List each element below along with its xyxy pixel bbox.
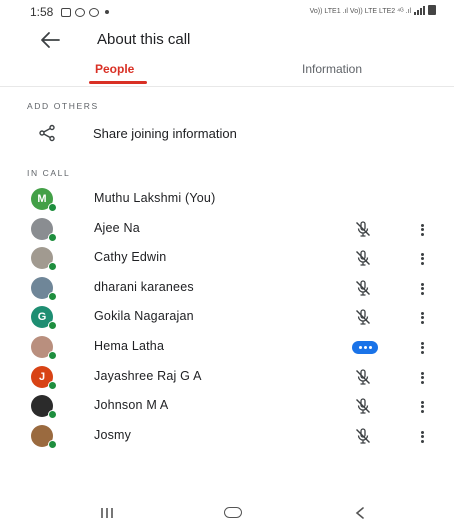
participant-row[interactable]: M Muthu Lakshmi (You)	[0, 186, 454, 212]
participant-row[interactable]: Hema Latha	[0, 334, 454, 360]
signal-icon	[414, 6, 425, 15]
back-arrow-icon[interactable]	[38, 29, 62, 51]
participant-row[interactable]: J Jayashree Raj G A	[0, 364, 454, 390]
presence-indicator	[48, 351, 57, 360]
app-notification-icon	[75, 7, 86, 17]
more-options-icon[interactable]	[416, 281, 428, 297]
more-options-icon[interactable]	[416, 429, 428, 445]
status-notification-icons	[61, 7, 110, 17]
presence-indicator	[48, 262, 57, 271]
status-time: 1:58	[30, 5, 54, 19]
participant-row[interactable]: Johnson M A	[0, 393, 454, 419]
participant-name: Hema Latha	[94, 339, 165, 353]
speaking-indicator-icon	[352, 341, 378, 354]
participant-name: Gokila Nagarajan	[94, 309, 194, 323]
tab-people[interactable]: People	[95, 62, 134, 76]
participant-name: Cathy Edwin	[94, 250, 167, 264]
share-icon	[39, 124, 55, 142]
share-joining-info-label: Share joining information	[93, 126, 237, 141]
presence-indicator	[48, 321, 57, 330]
status-bar: 1:58 Vo)) LTE1 .ıl Vo)) LTE LTE2 ⁴ᴳ .ıl	[0, 0, 454, 24]
participant-name: Johnson M A	[94, 398, 169, 412]
mic-off-icon	[354, 279, 372, 297]
more-options-icon[interactable]	[416, 340, 428, 356]
tab-indicator	[89, 81, 147, 84]
mic-off-icon	[354, 368, 372, 386]
presence-indicator	[48, 292, 57, 301]
mic-off-icon	[354, 308, 372, 326]
presence-indicator	[48, 381, 57, 390]
gallery-icon	[61, 7, 72, 17]
more-options-icon[interactable]	[416, 222, 428, 238]
system-nav-bar	[0, 500, 454, 526]
app-bar: About this call	[0, 26, 454, 54]
presence-indicator	[48, 440, 57, 449]
presence-indicator	[48, 410, 57, 419]
participant-name: Josmy	[94, 428, 132, 442]
mic-off-icon	[354, 249, 372, 267]
more-options-icon[interactable]	[416, 310, 428, 326]
participant-row[interactable]: G Gokila Nagarajan	[0, 304, 454, 330]
status-right: Vo)) LTE1 .ıl Vo)) LTE LTE2 ⁴ᴳ .ıl	[310, 5, 436, 15]
tab-bar: People Information	[0, 56, 454, 87]
section-label-in-call: IN CALL	[27, 168, 71, 178]
participant-row[interactable]: Cathy Edwin	[0, 245, 454, 271]
participant-name: dharani karanees	[94, 280, 194, 294]
battery-icon	[428, 5, 436, 15]
page-title: About this call	[97, 31, 191, 48]
participant-row[interactable]: Josmy	[0, 423, 454, 449]
tab-information[interactable]: Information	[302, 62, 362, 76]
presence-indicator	[48, 233, 57, 242]
presence-indicator	[48, 203, 57, 212]
home-icon[interactable]	[224, 507, 242, 518]
app-notification-icon	[89, 7, 100, 17]
share-joining-info-button[interactable]: Share joining information	[0, 120, 454, 148]
more-notifications-icon	[105, 10, 110, 14]
recent-apps-icon[interactable]	[100, 508, 114, 518]
mic-off-icon	[354, 397, 372, 415]
participant-row[interactable]: dharani karanees	[0, 275, 454, 301]
more-options-icon[interactable]	[416, 251, 428, 267]
nav-back-icon[interactable]	[355, 507, 365, 519]
mic-off-icon	[354, 427, 372, 445]
section-label-add-others: ADD OTHERS	[27, 101, 99, 111]
participant-name: Muthu Lakshmi (You)	[94, 191, 216, 205]
mic-off-icon	[354, 220, 372, 238]
network-text: Vo)) LTE1 .ıl Vo)) LTE LTE2 ⁴ᴳ .ıl	[309, 8, 411, 15]
participant-name: Jayashree Raj G A	[94, 369, 202, 383]
participant-name: Ajee Na	[94, 221, 140, 235]
participant-row[interactable]: Ajee Na	[0, 216, 454, 242]
more-options-icon[interactable]	[416, 399, 428, 415]
more-options-icon[interactable]	[416, 370, 428, 386]
